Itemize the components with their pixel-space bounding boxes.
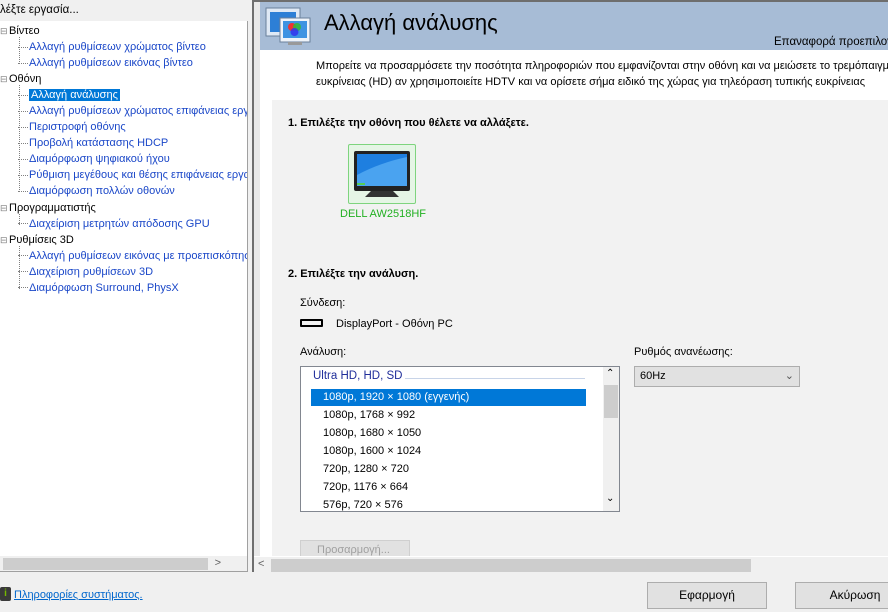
connection-value: DisplayPort - Οθόνη PC [336,318,453,330]
refresh-rate-value: 60Hz [640,370,666,382]
resolution-option[interactable]: 1080p, 1600 × 1024 [311,443,586,460]
tree-category-label: Προγραμματιστής [9,201,96,214]
tree-item[interactable]: Προβολή κατάστασης HDCP [18,136,168,151]
tree-item-label: Διαχείριση μετρητών απόδοσης GPU [29,217,210,230]
page-description: Μπορείτε να προσαρμόσετε την ποσότητα πλ… [316,58,888,90]
tree-item-label: Διαμόρφωση Surround, PhysX [29,281,179,294]
monitor-tile[interactable] [348,144,416,204]
tree-item-label: Αλλαγή ανάλυσης [29,89,120,102]
content-vertical-scrollbar[interactable] [254,2,260,558]
resolution-option[interactable]: 720p, 1176 × 664 [311,479,586,496]
resolution-option[interactable]: 720p, 1280 × 720 [311,461,586,478]
chevron-down-icon[interactable]: ⌄ [606,493,614,504]
group-divider [405,378,585,379]
tree-category[interactable]: ⊟Ρυθμίσεις 3D [0,233,74,248]
collapse-icon[interactable]: ⊟ [0,24,9,39]
tree-item[interactable]: Αλλαγή ρυθμίσεων εικόνας βίντεο [18,56,193,71]
settings-panel: 1. Επιλέξτε την οθόνη που θέλετε να αλλά… [272,100,888,562]
tree-item-label: Διαχείριση ρυθμίσεων 3D [29,265,154,278]
content-horizontal-scrollbar[interactable]: < [254,556,888,572]
tree-item-label: Προβολή κατάστασης HDCP [29,137,169,150]
tree-category-label: Βίντεο [9,25,40,37]
cancel-button[interactable]: Ακύρωση [795,582,888,609]
chevron-up-icon[interactable]: ⌃ [606,368,614,379]
tree-category-label: Οθόνη [9,73,42,86]
tree-item[interactable]: Διαμόρφωση Surround, PhysX [18,281,179,296]
content-pane: Αλλαγή ανάλυσης Επαναφορά προεπιλογών Μπ… [252,0,888,572]
system-information-link[interactable]: Πληροφορίες συστήματος. [14,589,143,601]
tree-line [19,245,20,289]
displayport-icon [300,319,323,327]
tree-item[interactable]: Διαχείριση μετρητών απόδοσης GPU [18,217,210,232]
tree-item[interactable]: Διαχείριση ρυθμίσεων 3D [18,265,153,280]
tree-item[interactable]: Αλλαγή ανάλυσης [18,88,120,103]
tree-item[interactable]: Αλλαγή ρυθμίσεων χρώματος επιφάνειας εργ… [18,104,247,119]
scrollbar-thumb[interactable] [604,385,618,418]
tree-horizontal-scrollbar[interactable]: > [0,556,248,572]
tree-item[interactable]: Περιστροφή οθόνης [18,120,126,135]
scrollbar-thumb[interactable] [271,559,751,572]
connection-label: Σύνδεση: [300,297,346,309]
page-title: Αλλαγή ανάλυσης [324,10,498,35]
resolution-list-scrollbar[interactable]: ⌃ ⌄ [603,367,619,511]
tree-category[interactable]: ⊟Προγραμματιστής [0,201,96,216]
tree-item-label: Ρύθμιση μεγέθους και θέσης επιφάνειας ερ… [29,169,248,182]
description-line: ευκρίνειας (HD) αν χρησιμοποιείτε HDTV κ… [316,76,866,88]
refresh-rate-dropdown[interactable]: 60Hz ⌄ [634,366,800,387]
page-header: Αλλαγή ανάλυσης Επαναφορά προεπιλογών [260,2,888,50]
task-pane-header: λέξτε εργασία... [0,0,250,21]
scrollbar-thumb[interactable] [3,558,208,570]
tree-item[interactable]: Διαμόρφωση πολλών οθονών [18,184,175,199]
refresh-rate-label: Ρυθμός ανανέωσης: [634,346,733,358]
monitor-name[interactable]: DELL AW2518HF [340,208,426,220]
tree-item-label: Περιστροφή οθόνης [29,121,126,134]
tree-item[interactable]: Αλλαγή ρυθμίσεων εικόνας με προεπισκόπησ… [18,249,248,264]
scroll-left-arrow-icon[interactable]: < [258,558,264,570]
tree-item-label: Αλλαγή ρυθμίσεων εικόνας βίντεο [29,57,193,69]
resolution-option[interactable]: 576p, 720 × 576 [311,497,586,511]
tree-item-label: Διαμόρφωση ψηφιακού ήχου [29,153,170,166]
chevron-down-icon: ⌄ [784,370,794,382]
resolution-group-header: Ultra HD, HD, SD [313,370,403,382]
apply-button[interactable]: Εφαρμογή [647,582,767,609]
resolution-list[interactable]: Ultra HD, HD, SD 1080p, 1920 × 1080 (εγγ… [300,366,620,512]
tree-item[interactable]: Ρύθμιση μεγέθους και θέσης επιφάνειας ερ… [18,168,248,183]
task-tree: ⊟Βίντεο Αλλαγή ρυθμίσεων χρώματος βίντεο Α… [0,21,248,556]
description-line: Μπορείτε να προσαρμόσετε την ποσότητα πλ… [316,60,888,72]
resolution-option[interactable]: 1080p, 1768 × 992 [311,407,586,424]
tree-item-label: Αλλαγή ρυθμίσεων χρώματος βίντεο [29,41,206,53]
restore-defaults-link[interactable]: Επαναφορά προεπιλογών [774,36,888,48]
resolution-label: Ανάλυση: [300,346,347,358]
tree-item-label: Αλλαγή ρυθμίσεων χρώματος επιφάνειας εργ… [29,105,247,118]
collapse-icon[interactable]: ⊟ [0,72,9,87]
system-info-icon: i [0,587,11,601]
tree-category-label: Ρυθμίσεις 3D [9,233,74,246]
resolution-option[interactable]: 1080p, 1680 × 1050 [311,425,586,442]
tree-line [19,85,20,193]
scroll-right-arrow-icon[interactable]: > [215,557,221,569]
display-settings-icon [265,7,311,45]
tree-line [19,213,20,225]
collapse-icon[interactable]: ⊟ [0,201,9,216]
tree-category[interactable]: ⊟Οθόνη [0,72,41,87]
collapse-icon[interactable]: ⊟ [0,233,9,248]
tree-line [19,37,20,64]
step2-heading: 2. Επιλέξτε την ανάλυση. [288,268,419,280]
tree-item-label: Διαμόρφωση πολλών οθονών [29,185,175,198]
resolution-option[interactable]: 1080p, 1920 × 1080 (εγγενής) [311,389,586,406]
tree-item[interactable]: Αλλαγή ρυθμίσεων χρώματος βίντεο [18,40,206,55]
footer-bar: i Πληροφορίες συστήματος. Εφαρμογή Ακύρω… [0,572,888,612]
step1-heading: 1. Επιλέξτε την οθόνη που θέλετε να αλλά… [288,117,529,129]
monitor-icon [354,151,410,197]
tree-item-label: Αλλαγή ρυθμίσεων εικόνας με προεπισκόπησ… [29,249,248,262]
tree-item[interactable]: Διαμόρφωση ψηφιακού ήχου [18,152,170,167]
